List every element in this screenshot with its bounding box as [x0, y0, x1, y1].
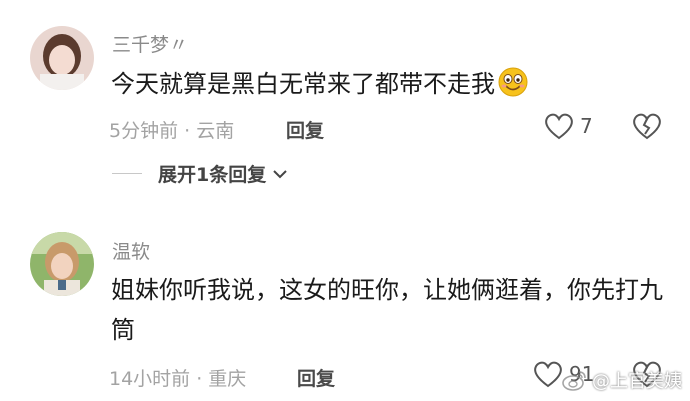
like-button[interactable]: 7 — [544, 112, 593, 140]
dislike-button[interactable] — [632, 112, 662, 144]
weibo-icon — [562, 371, 586, 391]
like-count: 7 — [580, 114, 593, 138]
heart-icon — [534, 361, 562, 388]
comment-text: 今天就算是黑白无常来了都带不走我 — [111, 66, 671, 108]
comment-meta: 5分钟前 · 云南 — [109, 120, 235, 142]
smile-emoji-icon — [497, 66, 529, 108]
broken-heart-icon — [633, 113, 661, 140]
chevron-down-icon — [273, 169, 287, 178]
author-name[interactable]: 温软 — [112, 237, 150, 264]
comment-text: 姐妹你听我说，这女的旺你，让她俩逛着，你先打九筒 — [111, 276, 663, 344]
expand-replies-label: 展开1条回复 — [158, 164, 267, 186]
expand-replies-button[interactable]: 展开1条回复 — [112, 160, 288, 187]
avatar[interactable] — [30, 232, 94, 296]
divider-line — [112, 172, 142, 175]
reply-button[interactable]: 回复 — [286, 116, 324, 143]
watermark: @上官美姨 — [562, 367, 682, 393]
comment-item: 三千梦〃 今天就算是黑白无常来了都带不走我 5分钟前 · 云南 回复 7 展开1… — [0, 0, 690, 200]
reply-button[interactable]: 回复 — [297, 364, 335, 391]
comment-meta: 14小时前 · 重庆 — [109, 368, 247, 390]
watermark-text: @上官美姨 — [592, 371, 682, 392]
author-name[interactable]: 三千梦〃 — [112, 30, 188, 57]
heart-icon — [545, 113, 573, 140]
avatar[interactable] — [30, 26, 94, 90]
comment-text-content: 今天就算是黑白无常来了都带不走我 — [111, 70, 495, 98]
